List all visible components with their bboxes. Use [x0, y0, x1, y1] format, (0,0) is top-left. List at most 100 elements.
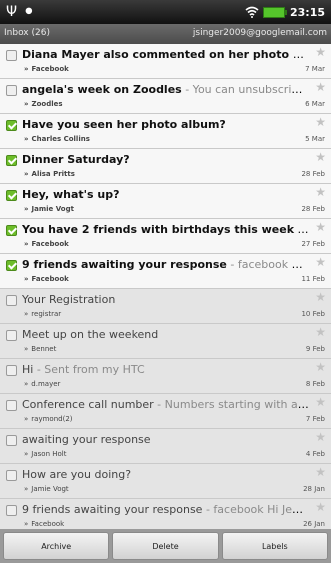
star-icon[interactable]: ★ — [315, 45, 326, 59]
star-icon[interactable]: ★ — [315, 360, 326, 374]
message-date: 9 Feb — [305, 345, 325, 353]
message-sender-line: » d.mayer — [24, 380, 60, 388]
message-sender: Facebook — [31, 240, 69, 248]
message-row[interactable]: 9 friends awaiting your response - faceb… — [0, 254, 331, 289]
select-checkbox[interactable] — [6, 50, 17, 61]
sender-bullet-icon: » — [24, 520, 29, 528]
message-sender-line: » Zoodles — [24, 100, 63, 108]
message-subject: awaiting your response — [22, 433, 151, 446]
message-row[interactable]: Conference call number - Numbers startin… — [0, 394, 331, 429]
message-subject: Hi — [22, 363, 34, 376]
star-icon[interactable]: ★ — [315, 430, 326, 444]
message-sender-line: » Facebook — [24, 520, 64, 528]
message-row[interactable]: Have you seen her photo album? » Charles C… — [0, 114, 331, 149]
sender-bullet-icon: » — [24, 380, 29, 388]
message-date: 8 Feb — [305, 380, 325, 388]
select-checkbox[interactable] — [6, 225, 17, 236]
message-line: awaiting your response — [22, 433, 309, 446]
select-checkbox[interactable] — [6, 505, 17, 516]
star-icon[interactable]: ★ — [315, 220, 326, 234]
message-row[interactable]: Diana Mayer also commented on her photo … — [0, 44, 331, 79]
message-date: 10 Feb — [301, 310, 325, 318]
message-sender: Jamie Vogt — [31, 485, 69, 493]
message-line: Have you seen her photo album? — [22, 118, 309, 131]
message-subject: Diana Mayer also commented on her photo … — [22, 48, 309, 61]
select-checkbox[interactable] — [6, 155, 17, 166]
message-sender-line: » Bennet — [24, 345, 56, 353]
message-sender: Facebook — [31, 65, 69, 73]
select-checkbox[interactable] — [6, 190, 17, 201]
message-snippet: - Numbers starting with a plus sign (+).… — [157, 398, 309, 411]
android-icon: ⚫ — [23, 4, 35, 20]
battery-icon — [262, 6, 287, 18]
message-subject: Meet up on the weekend — [22, 328, 159, 341]
message-row[interactable]: 9 friends awaiting your response - faceb… — [0, 499, 331, 529]
select-checkbox[interactable] — [6, 120, 17, 131]
message-date: 5 Mar — [305, 135, 325, 143]
sender-bullet-icon: » — [24, 415, 29, 423]
select-checkbox[interactable] — [6, 330, 17, 341]
message-sender-line: » Facebook — [24, 65, 69, 73]
star-icon[interactable]: ★ — [315, 115, 326, 129]
star-icon[interactable]: ★ — [315, 395, 326, 409]
message-row[interactable]: Hi - Sent from my HTC » d.mayer 8 Feb ★ — [0, 359, 331, 394]
message-row[interactable]: awaiting your response » Jason Holt 4 Feb ★ — [0, 429, 331, 464]
message-row[interactable]: You have 2 friends with birthdays this w… — [0, 219, 331, 254]
sender-bullet-icon: » — [24, 275, 29, 283]
message-snippet: - facebook Hi Je... — [297, 223, 309, 236]
message-sender-line: » Charles Collins — [24, 135, 90, 143]
message-sender: Jason Holt — [31, 450, 67, 458]
bottom-toolbar: Archive Delete Labels — [0, 529, 331, 563]
message-sender-line: » Alisa Pritts — [24, 170, 75, 178]
message-date: 28 Jan — [303, 485, 325, 493]
message-line: You have 2 friends with birthdays this w… — [22, 223, 309, 236]
message-line: angela's week on Zoodles - You can unsub… — [22, 83, 309, 96]
message-row[interactable]: Meet up on the weekend » Bennet 9 Feb ★ — [0, 324, 331, 359]
message-sender-line: » raymond(2) — [24, 415, 73, 423]
message-sender-line: » Jason Holt — [24, 450, 66, 458]
usb-icon: Ψ — [6, 4, 18, 20]
message-line: Hey, what's up? — [22, 188, 309, 201]
star-icon[interactable]: ★ — [315, 80, 326, 94]
message-snippet: - facebook Hi Jennifer, You... — [230, 258, 309, 271]
star-icon[interactable]: ★ — [315, 465, 326, 479]
message-subject: Dinner Saturday? — [22, 153, 130, 166]
message-subject: Conference call number — [22, 398, 154, 411]
message-line: How are you doing? — [22, 468, 309, 481]
message-date: 28 Feb — [301, 205, 325, 213]
message-row[interactable]: Your Registration » registrar 10 Feb ★ — [0, 289, 331, 324]
select-checkbox[interactable] — [6, 470, 17, 481]
message-subject: angela's week on Zoodles — [22, 83, 182, 96]
star-icon[interactable]: ★ — [315, 150, 326, 164]
message-line: 9 friends awaiting your response - faceb… — [22, 258, 309, 271]
message-date: 11 Feb — [301, 275, 325, 283]
labels-button[interactable]: Labels — [221, 532, 328, 560]
select-checkbox[interactable] — [6, 365, 17, 376]
message-row[interactable]: Hey, what's up? » Jamie Vogt 28 Feb ★ — [0, 184, 331, 219]
sender-bullet-icon: » — [24, 485, 29, 493]
message-date: 28 Feb — [301, 170, 325, 178]
star-icon[interactable]: ★ — [315, 290, 326, 304]
message-subject: Hey, what's up? — [22, 188, 120, 201]
sender-bullet-icon: » — [24, 135, 29, 143]
message-sender: Facebook — [31, 275, 69, 283]
select-checkbox[interactable] — [6, 295, 17, 306]
message-row[interactable]: How are you doing? » Jamie Vogt 28 Jan ★ — [0, 464, 331, 499]
star-icon[interactable]: ★ — [315, 500, 326, 514]
message-line: Meet up on the weekend — [22, 328, 309, 341]
star-icon[interactable]: ★ — [315, 325, 326, 339]
message-snippet: - Sent from my HTC — [33, 363, 145, 376]
star-icon[interactable]: ★ — [315, 255, 326, 269]
delete-button[interactable]: Delete — [112, 532, 219, 560]
message-sender: Charles Collins — [31, 135, 90, 143]
select-checkbox[interactable] — [6, 435, 17, 446]
archive-button[interactable]: Archive — [3, 532, 110, 560]
select-checkbox[interactable] — [6, 260, 17, 271]
message-row[interactable]: Dinner Saturday? » Alisa Pritts 28 Feb ★ — [0, 149, 331, 184]
folder-title: Inbox (26) — [4, 28, 50, 38]
message-row[interactable]: angela's week on Zoodles - You can unsub… — [0, 79, 331, 114]
select-checkbox[interactable] — [6, 400, 17, 411]
message-subject: You have 2 friends with birthdays this w… — [22, 223, 295, 236]
star-icon[interactable]: ★ — [315, 185, 326, 199]
select-checkbox[interactable] — [6, 85, 17, 96]
